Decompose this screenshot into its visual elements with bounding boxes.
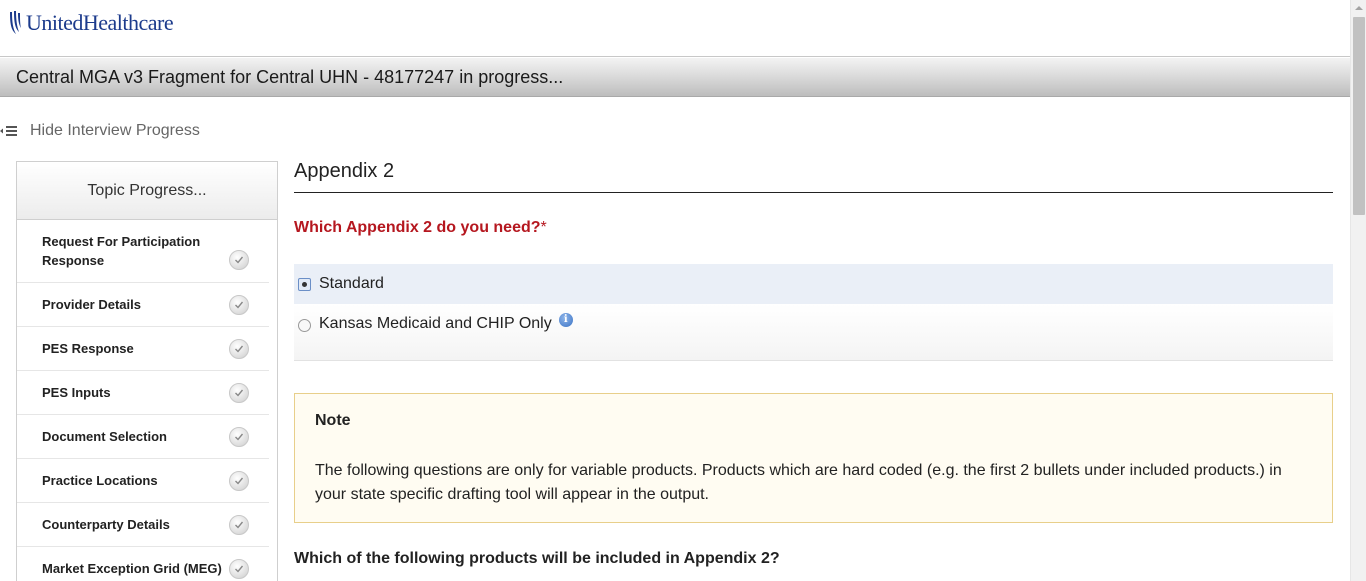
topic-item-label: Document Selection (42, 429, 167, 444)
note-body: The following questions are only for var… (315, 462, 1282, 503)
radio-standard[interactable] (298, 277, 311, 291)
topic-item-provider-details[interactable]: Provider Details (17, 283, 269, 327)
check-icon (229, 515, 249, 535)
topic-item-pes-inputs[interactable]: PES Inputs (17, 371, 269, 415)
main-content: Appendix 2 Which Appendix 2 do you need?… (294, 160, 1333, 568)
topic-item-label: Counterparty Details (42, 517, 170, 532)
option-kansas-medicaid-chip-label: Kansas Medicaid and CHIP Only (319, 315, 552, 332)
topic-item-label: PES Response (42, 341, 134, 356)
note-title: Note (315, 412, 351, 429)
topic-item-pes-response[interactable]: PES Response (17, 327, 269, 371)
topic-item-label: Provider Details (42, 297, 141, 312)
appendix-question: Which Appendix 2 do you need?* (294, 219, 1333, 237)
topic-item-request-for-participation-response[interactable]: Request For Participation Response (17, 220, 269, 283)
topic-item-label: Market Exception Grid (MEG) (42, 561, 222, 576)
appendix-options: Standard Kansas Medicaid and CHIP Only i (294, 264, 1333, 361)
check-icon (229, 250, 249, 270)
topic-item-label: Practice Locations (42, 473, 158, 488)
vertical-scrollbar[interactable] (1350, 0, 1366, 581)
hide-interview-progress-label: Hide Interview Progress (30, 122, 200, 139)
option-standard-label: Standard (319, 275, 384, 292)
scroll-up-arrow-icon[interactable] (1351, 0, 1366, 16)
collapse-menu-icon (0, 126, 17, 136)
topic-item-document-selection[interactable]: Document Selection (17, 415, 269, 459)
check-icon (229, 427, 249, 447)
note-box: Note The following questions are only fo… (294, 393, 1333, 523)
appendix-question-text: Which Appendix 2 do you need? (294, 219, 541, 236)
topic-progress-title: Topic Progress... (87, 181, 207, 199)
check-icon (229, 339, 249, 359)
hide-interview-progress-toggle[interactable]: Hide Interview Progress (0, 122, 200, 140)
option-kansas-medicaid-chip[interactable]: Kansas Medicaid and CHIP Only i (294, 304, 1333, 360)
page-title: Central MGA v3 Fragment for Central UHN … (16, 67, 564, 87)
topic-item-market-exception-grid[interactable]: Market Exception Grid (MEG) (17, 547, 269, 581)
check-icon (229, 471, 249, 491)
brand-logo-icon (10, 11, 21, 34)
section-title: Appendix 2 (294, 160, 1333, 193)
brand-logo[interactable]: UnitedHealthcare (8, 10, 174, 36)
topic-item-counterparty-details[interactable]: Counterparty Details (17, 503, 269, 547)
topic-item-practice-locations[interactable]: Practice Locations (17, 459, 269, 503)
top-bar: UnitedHealthcare (0, 0, 1350, 57)
info-icon[interactable]: i (558, 313, 573, 327)
option-standard[interactable]: Standard (294, 264, 1333, 304)
topic-list: Request For Participation Response Provi… (17, 220, 277, 581)
radio-kansas-medicaid-chip[interactable] (298, 319, 311, 332)
brand-name: UnitedHealthcare (26, 10, 174, 35)
products-question: Which of the following products will be … (294, 550, 780, 567)
check-icon (229, 295, 249, 315)
topic-progress-panel: Topic Progress... Request For Participat… (16, 161, 278, 581)
scrollbar-thumb[interactable] (1353, 17, 1365, 215)
topic-item-label: Request For Participation Response (42, 234, 201, 268)
check-icon (229, 383, 249, 403)
check-icon (229, 559, 249, 579)
topic-progress-header: Topic Progress... (17, 162, 277, 220)
required-marker: * (540, 219, 547, 236)
page-title-bar: Central MGA v3 Fragment for Central UHN … (0, 58, 1350, 97)
topic-item-label: PES Inputs (42, 385, 111, 400)
